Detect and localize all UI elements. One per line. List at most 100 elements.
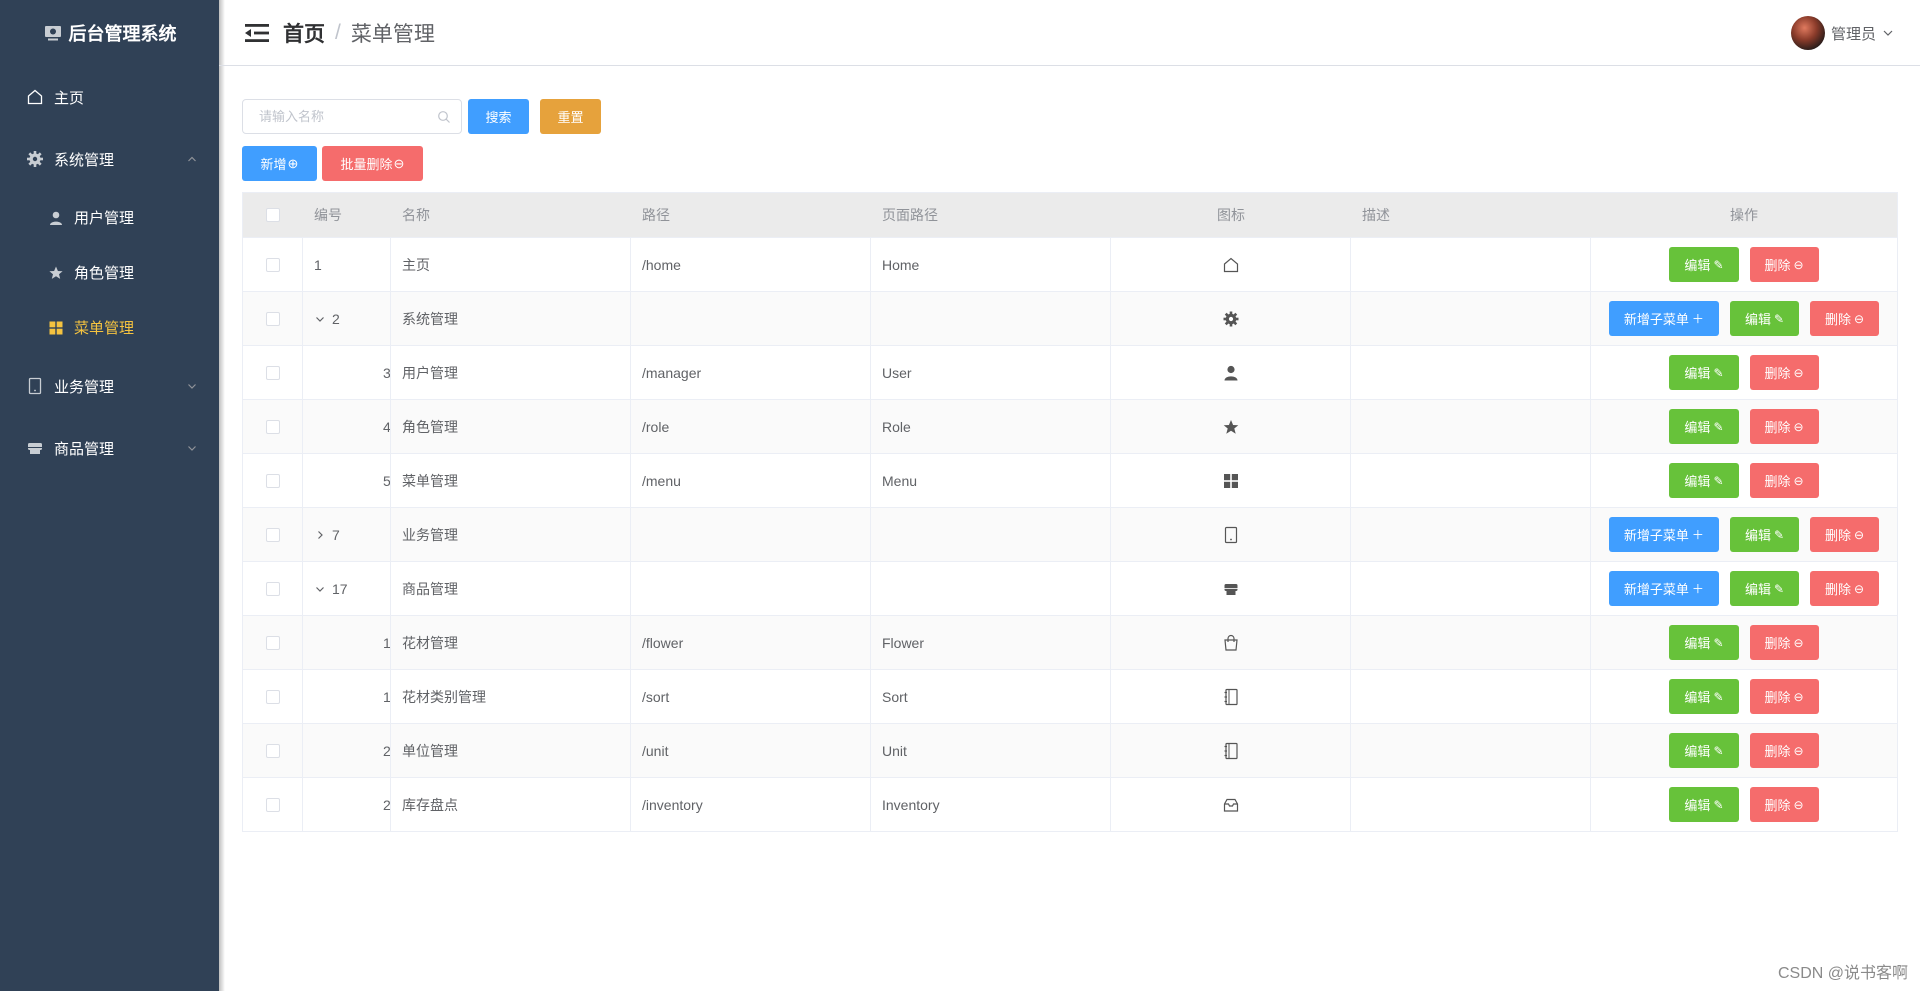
row-checkbox[interactable] [265, 797, 280, 812]
sidebar-item-menu[interactable]: 菜单管理 [0, 300, 219, 355]
chevron-down-icon[interactable] [314, 313, 326, 325]
cell-name: 业务管理 [391, 508, 631, 561]
edit-button[interactable]: 编辑 ✎ [1669, 625, 1739, 660]
minus-circle-icon: ⊖ [1854, 581, 1865, 596]
delete-button[interactable]: 删除 ⊖ [1810, 517, 1880, 552]
add-button[interactable]: 新增 ⊕ [242, 146, 317, 181]
row-checkbox[interactable] [265, 527, 280, 542]
edit-button[interactable]: 编辑 ✎ [1669, 787, 1739, 822]
edit-button[interactable]: 编辑 ✎ [1729, 517, 1800, 552]
cell-page-path: Unit [871, 724, 1111, 777]
delete-button[interactable]: 删除 ⊖ [1749, 355, 1819, 390]
delete-button[interactable]: 删除 ⊖ [1749, 733, 1819, 768]
shop-icon [1222, 580, 1240, 598]
cell-path: /inventory [631, 778, 871, 831]
cell-path: /home [631, 238, 871, 291]
menu-fold-icon[interactable] [245, 23, 269, 43]
id-text: 2 [332, 310, 340, 327]
edit-button[interactable]: 编辑 ✎ [1729, 301, 1800, 336]
reset-button[interactable]: 重置 [540, 99, 601, 134]
edit-button[interactable]: 编辑 ✎ [1669, 463, 1739, 498]
row-checkbox[interactable] [265, 581, 280, 596]
row-checkbox-cell [243, 238, 303, 291]
delete-button[interactable]: 删除 ⊖ [1749, 247, 1819, 282]
minus-circle-icon: ⊖ [1793, 419, 1804, 434]
breadcrumb-home[interactable]: 首页 [283, 18, 325, 48]
row-checkbox[interactable] [265, 743, 280, 758]
edit-button[interactable]: 编辑 ✎ [1729, 571, 1800, 606]
minus-circle-icon: ⊖ [1793, 473, 1804, 488]
cell-page-path: Role [871, 400, 1111, 453]
row-checkbox[interactable] [265, 311, 280, 326]
cell-id: 5 [303, 454, 391, 507]
sidebar-item-label: 用户管理 [74, 210, 135, 227]
minus-circle-icon: ⊖ [1854, 311, 1865, 326]
edit-button[interactable]: 编辑 ✎ [1669, 679, 1739, 714]
row-checkbox[interactable] [265, 635, 280, 650]
sidebar-item-system[interactable]: 系统管理 [0, 128, 219, 190]
search-button[interactable]: 搜索 [468, 99, 529, 134]
add-submenu-button[interactable]: 新增子菜单＋ [1608, 517, 1719, 552]
cell-actions: 编辑 ✎ 删除 ⊖ [1591, 778, 1897, 831]
plus-icon: ＋ [1691, 312, 1704, 326]
edit-icon: ✎ [1713, 743, 1724, 758]
sidebar-item-label: 角色管理 [74, 265, 135, 282]
header-page-path: 页面路径 [882, 207, 938, 223]
sidebar-item-business[interactable]: 业务管理 [0, 355, 219, 417]
table-row: 2 系统管理 新增子菜单＋ 编辑 ✎ 删除 ⊖ [243, 292, 1897, 346]
edit-label: 编辑 [1744, 582, 1771, 597]
delete-button[interactable]: 删除 ⊖ [1810, 301, 1880, 336]
edit-button[interactable]: 编辑 ✎ [1669, 247, 1739, 282]
row-checkbox[interactable] [265, 257, 280, 272]
cell-page-path: Home [871, 238, 1111, 291]
minus-circle-icon: ⊖ [1793, 797, 1804, 812]
edit-button[interactable]: 编辑 ✎ [1669, 733, 1739, 768]
delete-button[interactable]: 删除 ⊖ [1749, 679, 1819, 714]
add-submenu-button[interactable]: 新增子菜单＋ [1608, 571, 1719, 606]
row-checkbox[interactable] [265, 365, 280, 380]
logo[interactable]: 后台管理系统 [0, 0, 219, 66]
cell-actions: 编辑 ✎ 删除 ⊖ [1591, 616, 1897, 669]
edit-button[interactable]: 编辑 ✎ [1669, 355, 1739, 390]
cell-id: 3 [303, 346, 391, 399]
select-all-checkbox[interactable] [266, 208, 280, 222]
chevron-right-icon[interactable] [314, 529, 326, 541]
sidebar-item-goods[interactable]: 商品管理 [0, 417, 219, 479]
chevron-down-icon[interactable] [314, 583, 326, 595]
cell-desc [1351, 562, 1591, 615]
row-checkbox[interactable] [265, 689, 280, 704]
sidebar-item-label: 主页 [54, 89, 85, 107]
cell-id: 19 [303, 670, 391, 723]
cell-page-path: Flower [871, 616, 1111, 669]
cell-desc [1351, 454, 1591, 507]
add-submenu-button[interactable]: 新增子菜单＋ [1608, 301, 1719, 336]
cell-icon [1111, 778, 1351, 831]
cell-name: 角色管理 [391, 400, 631, 453]
row-checkbox[interactable] [265, 419, 280, 434]
star-icon [48, 265, 64, 281]
delete-button[interactable]: 删除 ⊖ [1810, 571, 1880, 606]
edit-label: 编辑 [1684, 636, 1711, 651]
header-icon: 图标 [1217, 207, 1245, 223]
cell-path: /sort [631, 670, 871, 723]
delete-button[interactable]: 删除 ⊖ [1749, 463, 1819, 498]
delete-button[interactable]: 删除 ⊖ [1749, 409, 1819, 444]
table-row: 3 用户管理/manager User 编辑 ✎ 删除 ⊖ [243, 346, 1897, 400]
sidebar-item-label: 系统管理 [54, 151, 115, 169]
search-input[interactable] [259, 109, 437, 124]
user-menu[interactable]: 管理员 [1790, 16, 1894, 50]
cell-path: /role [631, 400, 871, 453]
batch-delete-button[interactable]: 批量删除 ⊖ [322, 146, 423, 181]
delete-button[interactable]: 删除 ⊖ [1749, 625, 1819, 660]
cell-icon [1111, 346, 1351, 399]
search-field[interactable] [242, 99, 462, 134]
row-checkbox[interactable] [265, 473, 280, 488]
edit-icon: ✎ [1773, 311, 1785, 326]
sidebar-item-role[interactable]: 角色管理 [0, 245, 219, 300]
edit-button[interactable]: 编辑 ✎ [1669, 409, 1739, 444]
sidebar-item-user[interactable]: 用户管理 [0, 190, 219, 245]
delete-button[interactable]: 删除 ⊖ [1749, 787, 1819, 822]
sidebar-item-home[interactable]: 主页 [0, 66, 219, 128]
cell-page-path [871, 508, 1111, 561]
edit-icon: ✎ [1713, 365, 1724, 380]
